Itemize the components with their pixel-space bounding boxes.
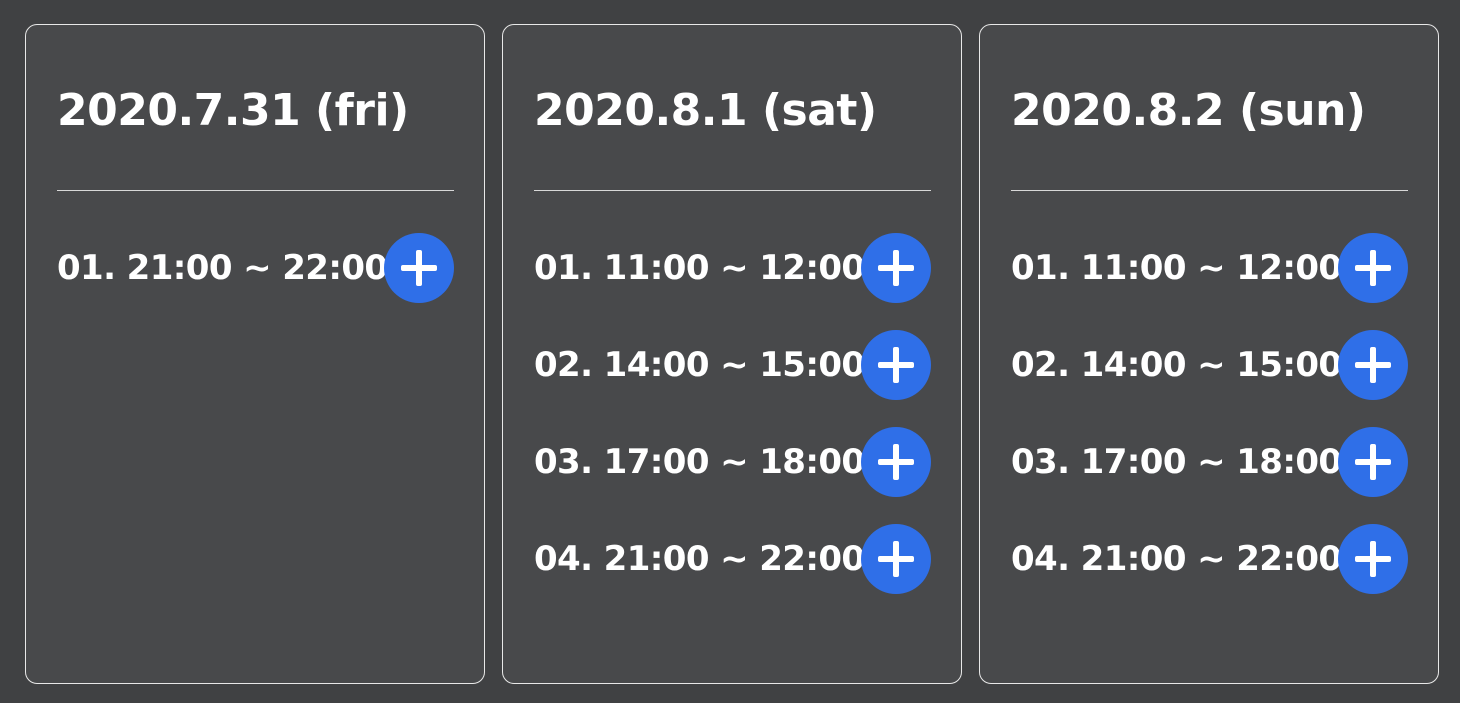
- plus-icon: [861, 330, 931, 400]
- time-slot-label: 04. 21:00 ~ 22:00: [1011, 539, 1342, 579]
- add-time-slot-button[interactable]: [1338, 427, 1408, 497]
- time-slot-row: 04. 21:00 ~ 22:00: [1011, 524, 1408, 594]
- time-slot-label: 04. 21:00 ~ 22:00: [534, 539, 865, 579]
- add-time-slot-button[interactable]: [384, 233, 454, 303]
- plus-icon: [1338, 330, 1408, 400]
- time-slot-label: 01. 21:00 ~ 22:00: [57, 248, 388, 288]
- time-slot-row: 04. 21:00 ~ 22:00: [534, 524, 931, 594]
- day-divider: [534, 190, 931, 191]
- add-time-slot-button[interactable]: [861, 330, 931, 400]
- add-time-slot-button[interactable]: [861, 524, 931, 594]
- day-card-2020-7-31: 2020.7.31 (fri) 01. 21:00 ~ 22:00: [25, 24, 485, 684]
- time-slot-label: 03. 17:00 ~ 18:00: [1011, 442, 1342, 482]
- time-slot-row: 01. 11:00 ~ 12:00: [1011, 233, 1408, 303]
- time-slot-label: 03. 17:00 ~ 18:00: [534, 442, 865, 482]
- time-slot-row: 01. 21:00 ~ 22:00: [57, 233, 454, 303]
- plus-icon: [1338, 233, 1408, 303]
- plus-icon: [861, 524, 931, 594]
- time-slot-row: 03. 17:00 ~ 18:00: [1011, 427, 1408, 497]
- day-card-2020-8-2: 2020.8.2 (sun) 01. 11:00 ~ 12:00 02. 14:…: [979, 24, 1439, 684]
- plus-icon: [384, 233, 454, 303]
- time-slot-label: 01. 11:00 ~ 12:00: [534, 248, 865, 288]
- day-date-title: 2020.8.1 (sat): [534, 85, 877, 136]
- add-time-slot-button[interactable]: [1338, 524, 1408, 594]
- day-divider: [57, 190, 454, 191]
- day-date-title: 2020.8.2 (sun): [1011, 85, 1366, 136]
- time-slot-list: 01. 21:00 ~ 22:00: [57, 233, 454, 330]
- add-time-slot-button[interactable]: [861, 427, 931, 497]
- plus-icon: [1338, 524, 1408, 594]
- day-card-2020-8-1: 2020.8.1 (sat) 01. 11:00 ~ 12:00 02. 14:…: [502, 24, 962, 684]
- day-date-title: 2020.7.31 (fri): [57, 85, 409, 136]
- add-time-slot-button[interactable]: [1338, 330, 1408, 400]
- time-slot-list: 01. 11:00 ~ 12:00 02. 14:00 ~ 15:00 03. …: [1011, 233, 1408, 621]
- plus-icon: [861, 233, 931, 303]
- time-slot-row: 02. 14:00 ~ 15:00: [534, 330, 931, 400]
- time-slot-row: 03. 17:00 ~ 18:00: [534, 427, 931, 497]
- time-slot-label: 02. 14:00 ~ 15:00: [1011, 345, 1342, 385]
- time-slot-label: 01. 11:00 ~ 12:00: [1011, 248, 1342, 288]
- plus-icon: [1338, 427, 1408, 497]
- day-divider: [1011, 190, 1408, 191]
- plus-icon: [861, 427, 931, 497]
- add-time-slot-button[interactable]: [861, 233, 931, 303]
- time-slot-label: 02. 14:00 ~ 15:00: [534, 345, 865, 385]
- add-time-slot-button[interactable]: [1338, 233, 1408, 303]
- time-slot-list: 01. 11:00 ~ 12:00 02. 14:00 ~ 15:00 03. …: [534, 233, 931, 621]
- time-slot-row: 02. 14:00 ~ 15:00: [1011, 330, 1408, 400]
- time-slot-row: 01. 11:00 ~ 12:00: [534, 233, 931, 303]
- schedule-days: 2020.7.31 (fri) 01. 21:00 ~ 22:00 2020.8…: [0, 0, 1460, 703]
